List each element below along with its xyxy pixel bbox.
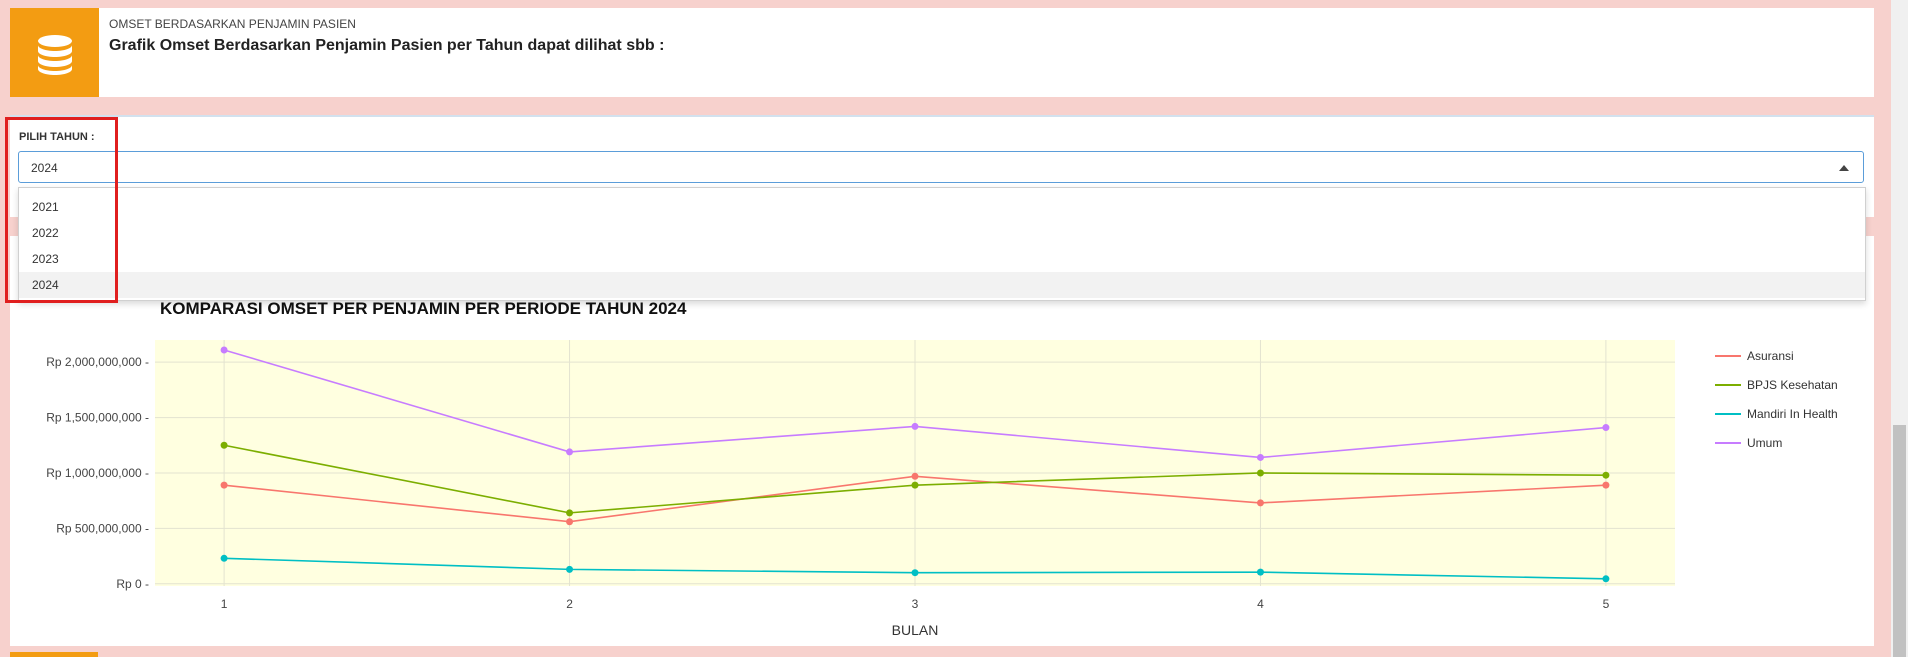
- highlight-box: [5, 117, 118, 303]
- y-tick-label: Rp 1,500,000,000 -: [46, 411, 149, 425]
- year-option-2021[interactable]: 2021: [19, 194, 1865, 220]
- data-point: [911, 481, 919, 489]
- year-option-2022[interactable]: 2022: [19, 220, 1865, 246]
- data-point: [1602, 424, 1610, 432]
- next-info-box-edge: [10, 652, 98, 657]
- data-point: [1256, 469, 1264, 477]
- y-tick-label: Rp 2,000,000,000 -: [46, 355, 149, 369]
- legend-label: BPJS Kesehatan: [1747, 378, 1838, 392]
- year-dropdown: 2021 2022 2023 2024: [18, 187, 1866, 301]
- data-point: [911, 472, 919, 480]
- year-option-2024[interactable]: 2024: [19, 272, 1865, 298]
- data-point: [1256, 568, 1264, 576]
- data-point: [566, 509, 574, 517]
- x-tick-label: 1: [221, 597, 228, 611]
- caret-up-icon[interactable]: [1839, 165, 1849, 171]
- coins-icon: [10, 8, 99, 97]
- data-point: [220, 346, 228, 354]
- data-point: [566, 565, 574, 573]
- data-point: [220, 554, 228, 562]
- info-title: Grafik Omset Berdasarkan Penjamin Pasien…: [109, 37, 665, 54]
- legend-label: Mandiri In Health: [1747, 407, 1838, 421]
- data-point: [911, 569, 919, 577]
- info-subtitle: OMSET BERDASARKAN PENJAMIN PASIEN: [109, 17, 356, 31]
- x-tick-label: 3: [912, 597, 919, 611]
- data-point: [1602, 481, 1610, 489]
- year-select[interactable]: 2024: [18, 151, 1864, 183]
- legend-label: Asuransi: [1747, 349, 1794, 363]
- y-tick-label: Rp 500,000,000 -: [56, 521, 149, 535]
- data-point: [566, 448, 574, 456]
- data-point: [220, 481, 228, 489]
- x-tick-label: 4: [1257, 597, 1264, 611]
- x-tick-label: 2: [566, 597, 573, 611]
- data-point: [1602, 471, 1610, 479]
- data-point: [220, 441, 228, 449]
- data-point: [1256, 453, 1264, 461]
- scrollbar-thumb[interactable]: [1893, 425, 1906, 657]
- year-option-2023[interactable]: 2023: [19, 246, 1865, 272]
- data-point: [1602, 575, 1610, 583]
- x-tick-label: 5: [1603, 597, 1610, 611]
- legend-label: Umum: [1747, 436, 1782, 450]
- y-tick-label: Rp 0 -: [116, 577, 149, 591]
- info-box: OMSET BERDASARKAN PENJAMIN PASIEN Grafik…: [10, 8, 1874, 97]
- x-axis-label: BULAN: [892, 622, 939, 638]
- data-point: [566, 518, 574, 526]
- data-point: [1256, 499, 1264, 507]
- y-tick-label: Rp 1,000,000,000 -: [46, 466, 149, 480]
- chart-title: KOMPARASI OMSET PER PENJAMIN PER PERIODE…: [160, 299, 687, 318]
- data-point: [911, 422, 919, 430]
